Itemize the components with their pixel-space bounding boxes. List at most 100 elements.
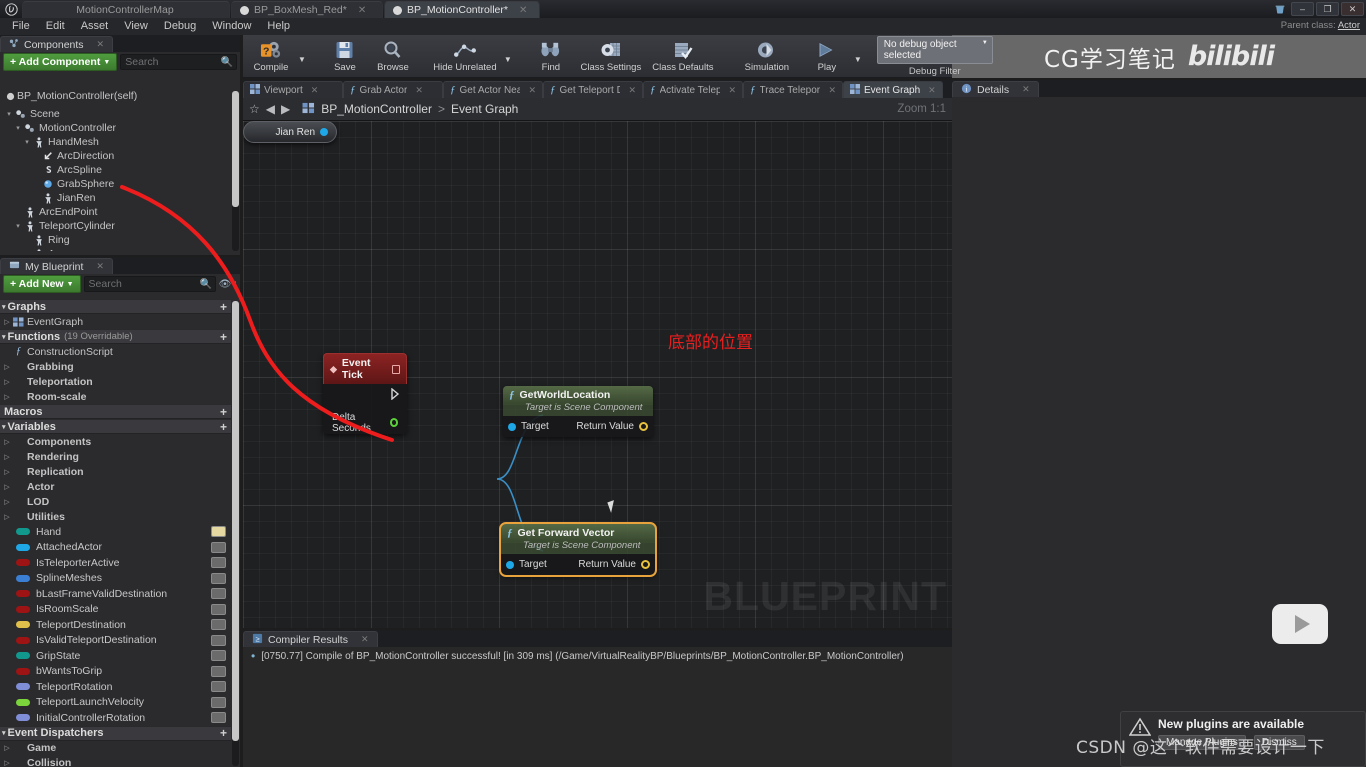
expander-icon[interactable]: ▷ bbox=[2, 318, 12, 326]
graph-canvas[interactable]: BLUEPRINT ◆ Event Tick Delta Seconds Jia… bbox=[243, 121, 952, 628]
expander-icon[interactable]: ▾ bbox=[13, 124, 23, 132]
variable-visibility-toggle[interactable] bbox=[211, 696, 226, 708]
expander-icon[interactable]: ▾ bbox=[2, 423, 6, 431]
close-icon[interactable]: ✕ bbox=[928, 85, 936, 96]
variable-item-splinemeshes[interactable]: SplineMeshes bbox=[0, 571, 231, 587]
menu-item-window[interactable]: Window bbox=[204, 18, 259, 35]
maximize-button[interactable]: ❐ bbox=[1316, 2, 1339, 16]
close-icon[interactable]: ✕ bbox=[311, 85, 319, 96]
expander-icon[interactable]: ▷ bbox=[2, 393, 12, 401]
variable-visibility-toggle[interactable] bbox=[211, 557, 226, 569]
component-item-jianren[interactable]: JianRen bbox=[0, 191, 240, 205]
variable-visibility-toggle[interactable] bbox=[211, 619, 226, 631]
menu-item-debug[interactable]: Debug bbox=[156, 18, 204, 35]
pin-target[interactable]: Target bbox=[506, 559, 547, 570]
menu-item-help[interactable]: Help bbox=[259, 18, 298, 35]
window-tab-bp-boxmesh-red[interactable]: BP_BoxMesh_Red* ✕ bbox=[231, 1, 383, 18]
variable-item-initialcontrollerrotation[interactable]: InitialControllerRotation bbox=[0, 710, 231, 726]
component-item-motioncontroller[interactable]: ▾ MotionController bbox=[0, 121, 240, 135]
node-get-world-location[interactable]: ƒ GetWorldLocation Target is Scene Compo… bbox=[503, 386, 653, 437]
variable-item-hand[interactable]: Hand bbox=[0, 524, 231, 540]
variable-visibility-toggle[interactable] bbox=[211, 603, 226, 615]
pin-return-value[interactable]: Return Value bbox=[578, 559, 650, 570]
node-event-tick[interactable]: ◆ Event Tick Delta Seconds bbox=[323, 353, 407, 434]
expander-icon[interactable]: ▾ bbox=[2, 303, 6, 311]
close-icon[interactable]: ✕ bbox=[361, 634, 369, 645]
section-header-functions[interactable]: ▾ Functions (19 Overridable) + bbox=[0, 329, 231, 344]
expander-icon[interactable]: ▾ bbox=[13, 222, 23, 230]
component-item-arcendpoint[interactable]: ArcEndPoint bbox=[0, 205, 240, 219]
menu-item-asset[interactable]: Asset bbox=[73, 18, 117, 35]
variable-visibility-toggle[interactable] bbox=[211, 588, 226, 600]
graph-tab-viewport[interactable]: Viewport ✕ bbox=[243, 81, 343, 98]
pin-target[interactable]: Target bbox=[508, 421, 549, 432]
section-header-event-dispatchers[interactable]: ▾ Event Dispatchers + bbox=[0, 725, 231, 741]
close-icon[interactable]: ✕ bbox=[96, 261, 104, 272]
expander-icon[interactable]: ▷ bbox=[2, 453, 12, 461]
component-item-arrow[interactable]: ▾ Arrow bbox=[0, 247, 240, 251]
variable-visibility-toggle[interactable] bbox=[211, 650, 226, 662]
variable-item-gripstate[interactable]: GripState bbox=[0, 648, 231, 664]
expander-icon[interactable]: ▷ bbox=[2, 498, 12, 506]
compile-button[interactable]: ? Compile bbox=[247, 36, 295, 77]
expander-icon[interactable]: ▾ bbox=[2, 729, 6, 737]
variable-item-teleportrotation[interactable]: TeleportRotation bbox=[0, 679, 231, 695]
graph-tab-event-graph[interactable]: Event Graph ✕ bbox=[843, 81, 943, 98]
component-item-scene[interactable]: ▾ Scene bbox=[0, 107, 240, 121]
myblueprint-scrollbar[interactable] bbox=[232, 301, 239, 766]
pin-delta-seconds[interactable]: Delta Seconds bbox=[327, 412, 403, 434]
debug-object-select[interactable]: No debug object selected bbox=[876, 35, 993, 64]
component-item-grabsphere[interactable]: GrabSphere bbox=[0, 177, 240, 191]
close-icon[interactable]: ✕ bbox=[97, 39, 105, 50]
tab-details[interactable]: i Details ✕ bbox=[952, 81, 1039, 97]
component-item-handmesh[interactable]: ▾ HandMesh bbox=[0, 135, 240, 149]
favorite-star-icon[interactable]: ☆ bbox=[249, 102, 260, 116]
components-scrollbar[interactable] bbox=[232, 91, 239, 251]
save-button[interactable]: Save bbox=[321, 36, 369, 77]
graph-tab-get-teleport-dest[interactable]: ƒGet Teleport Dest ✕ bbox=[543, 81, 643, 98]
browse-button[interactable]: Browse bbox=[369, 36, 417, 77]
visibility-icon[interactable]: 👁 ▼ bbox=[219, 279, 238, 290]
graph-tab-grab-actor[interactable]: ƒ Grab Actor ✕ bbox=[343, 81, 443, 98]
tab-my-blueprint[interactable]: My Blueprint ✕ bbox=[0, 258, 113, 274]
variable-visibility-toggle[interactable] bbox=[211, 572, 226, 584]
component-item-teleportcylinder[interactable]: ▾ TeleportCylinder bbox=[0, 219, 240, 233]
variable-item-teleportlaunchvelocity[interactable]: TeleportLaunchVelocity bbox=[0, 695, 231, 711]
expander-icon[interactable]: ▾ bbox=[4, 110, 14, 118]
variable-visibility-toggle[interactable] bbox=[211, 526, 226, 538]
mbp-item-actor[interactable]: ▷ Actor bbox=[0, 479, 231, 494]
expander-icon[interactable]: ▷ bbox=[2, 438, 12, 446]
expander-icon[interactable]: ▾ bbox=[22, 250, 32, 251]
component-item-arcspline[interactable]: ArcSpline bbox=[0, 163, 240, 177]
forward-arrow-icon[interactable]: ▶ bbox=[281, 102, 290, 116]
class-defaults-button[interactable]: Class Defaults bbox=[647, 36, 719, 77]
expander-icon[interactable]: ▷ bbox=[2, 468, 12, 476]
variable-visibility-toggle[interactable] bbox=[211, 541, 226, 553]
node-get-forward-vector[interactable]: ƒ Get Forward Vector Target is Scene Com… bbox=[499, 522, 657, 577]
back-arrow-icon[interactable]: ◀ bbox=[266, 102, 275, 116]
expander-icon[interactable]: ▷ bbox=[2, 483, 12, 491]
close-icon[interactable]: ✕ bbox=[519, 5, 527, 16]
recycle-bin-icon[interactable] bbox=[1271, 1, 1289, 17]
mbp-item-lod[interactable]: ▷ LOD bbox=[0, 494, 231, 509]
variable-visibility-toggle[interactable] bbox=[211, 681, 226, 693]
close-icon[interactable]: ✕ bbox=[728, 85, 736, 96]
mbp-item-replication[interactable]: ▷ Replication bbox=[0, 464, 231, 479]
close-icon[interactable]: ✕ bbox=[1022, 84, 1030, 95]
section-header-variables[interactable]: ▾ Variables + bbox=[0, 419, 231, 434]
mbp-item-eventgraph[interactable]: ▷ EventGraph bbox=[0, 314, 231, 329]
component-item-ring[interactable]: Ring bbox=[0, 233, 240, 247]
variable-item-bwantstogrip[interactable]: bWantsToGrip bbox=[0, 664, 231, 680]
expander-icon[interactable]: ▷ bbox=[2, 744, 12, 752]
play-dropdown-icon[interactable]: ▼ bbox=[851, 55, 865, 64]
expander-icon[interactable]: ▷ bbox=[2, 513, 12, 521]
window-tab-motioncontrollermap[interactable]: MotionControllerMap bbox=[22, 1, 230, 18]
add-event-dispatchers-button[interactable]: + bbox=[220, 726, 227, 740]
variable-item-isroomscale[interactable]: IsRoomScale bbox=[0, 602, 231, 618]
mbp-item-teleportation[interactable]: ▷ Teleportation bbox=[0, 374, 231, 389]
variable-item-attachedactor[interactable]: AttachedActor bbox=[0, 540, 231, 556]
hide-unrelated-dropdown-icon[interactable]: ▼ bbox=[501, 55, 515, 64]
mbp-item-constructionscript[interactable]: ƒ ConstructionScript bbox=[0, 344, 231, 359]
add-new-button[interactable]: + Add New ▼ bbox=[3, 275, 81, 293]
menu-item-edit[interactable]: Edit bbox=[38, 18, 73, 35]
